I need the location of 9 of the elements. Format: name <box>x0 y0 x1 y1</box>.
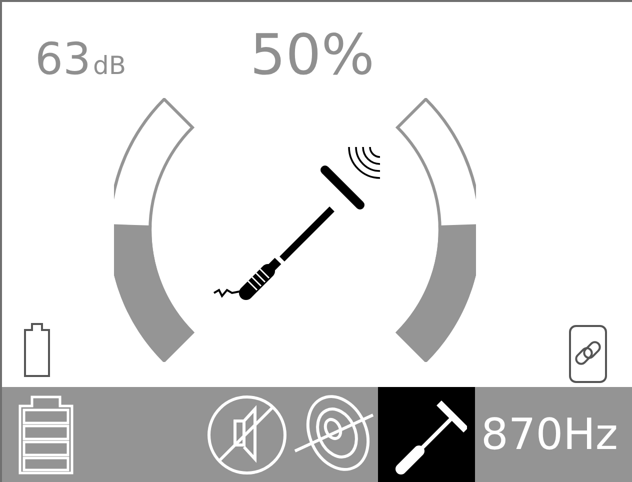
battery-icon <box>18 394 74 474</box>
signal-db-value: 63 <box>35 38 91 82</box>
clipboard-icon <box>24 323 50 377</box>
db-unit-label: dB <box>93 53 126 78</box>
muted-speaker-icon <box>205 392 290 476</box>
probe-mode-button[interactable] <box>378 387 476 482</box>
signal-percent: 50% <box>250 28 374 84</box>
link-icon <box>569 325 607 383</box>
frequency-reading: 870Hz <box>480 410 619 460</box>
